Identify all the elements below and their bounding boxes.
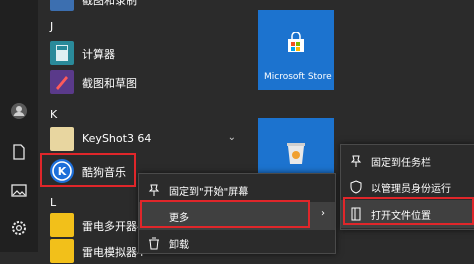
leidian-sim-icon (50, 239, 74, 263)
app-screenshot-cut[interactable]: 截图和录制 (48, 0, 248, 12)
recycle-bin-icon (287, 143, 305, 164)
folder-icon (50, 127, 74, 151)
app-label: 雷电多开器4 (82, 220, 144, 233)
app-icon (50, 0, 74, 11)
submenu-item-pin-taskbar[interactable]: 固定到任务栏 (341, 147, 474, 175)
tile-label: Microsoft Store (264, 72, 332, 82)
highlight-box-more (140, 200, 310, 228)
chevron-down-icon[interactable]: ⌄ (228, 132, 236, 143)
snip-sketch-icon (50, 70, 74, 94)
pin-icon (350, 155, 362, 167)
app-label: 雷电模拟器4 (82, 246, 144, 259)
group-letter-j[interactable]: J (50, 20, 53, 33)
shield-icon (350, 180, 362, 194)
calculator-icon (50, 41, 74, 65)
tile-recycle[interactable] (258, 118, 334, 178)
pictures-icon[interactable] (10, 181, 28, 199)
highlight-box-app (40, 153, 136, 187)
app-label: KeyShot3 64 (82, 132, 152, 145)
app-calculator[interactable]: 计算器 (48, 40, 248, 66)
group-letter-l[interactable]: L (50, 196, 56, 209)
menu-item-label: 卸载 (169, 240, 189, 251)
menu-item-label: 固定到"开始"屏幕 (169, 187, 249, 198)
highlight-box-open-location (343, 197, 474, 225)
start-left-rail (0, 0, 38, 252)
menu-item-uninstall[interactable]: 卸载 (139, 229, 335, 257)
app-label: 截图和草图 (82, 77, 137, 90)
tile-microsoft-store[interactable]: Microsoft Store (258, 10, 334, 90)
app-snip-sketch[interactable]: 截图和草图 (48, 69, 248, 95)
app-label: 截图和录制 (82, 0, 137, 7)
submenu-item-label: 以管理员身份运行 (371, 184, 451, 195)
group-letter-k[interactable]: K (50, 108, 57, 121)
app-label: 计算器 (82, 48, 115, 61)
user-icon[interactable] (10, 102, 28, 120)
leidian-multi-icon (50, 213, 74, 237)
submenu-item-label: 固定到任务栏 (371, 158, 431, 169)
trash-icon (149, 237, 159, 250)
app-keyshot[interactable]: KeyShot3 64 ⌄ (48, 126, 248, 152)
store-bag-icon (288, 32, 304, 52)
document-icon[interactable] (10, 143, 28, 161)
pin-icon (148, 184, 160, 196)
settings-icon[interactable] (10, 219, 28, 237)
chevron-right-icon: › (321, 208, 325, 219)
